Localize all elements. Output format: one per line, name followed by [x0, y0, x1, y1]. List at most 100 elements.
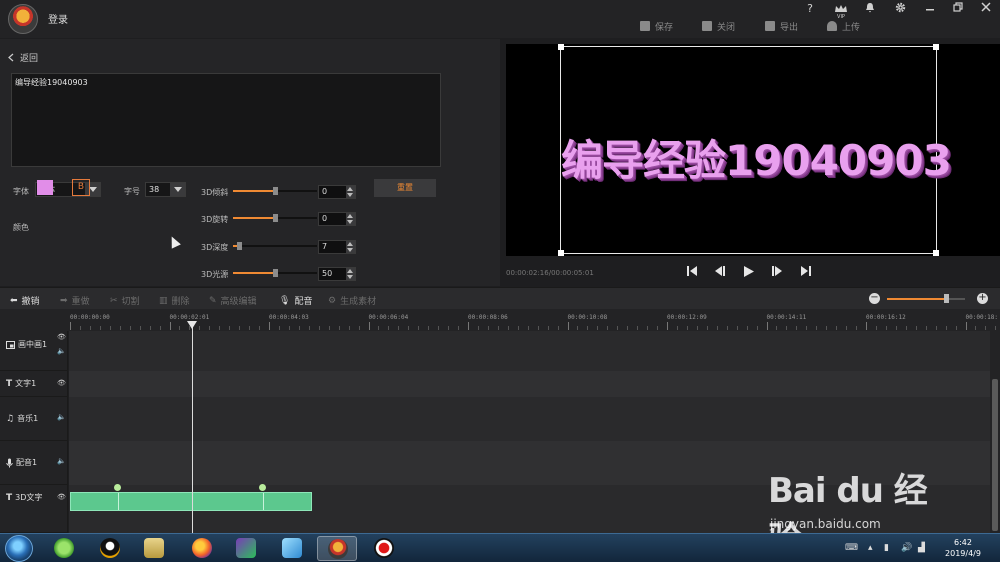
taskbar-app[interactable] [272, 536, 312, 561]
skip-to-start-button[interactable] [686, 265, 698, 280]
stepper-arrows-icon[interactable] [346, 268, 355, 280]
restore-icon[interactable] [950, 2, 966, 15]
slider-handle[interactable] [273, 214, 278, 222]
video-preview[interactable]: 编导经验19040903 [506, 44, 1000, 256]
resize-handle[interactable] [558, 250, 564, 256]
speaker-icon[interactable]: 🔈 [57, 413, 66, 421]
slider-track[interactable] [233, 245, 317, 247]
ruler-minor-tick [79, 326, 81, 330]
start-button[interactable] [5, 535, 33, 562]
stepper-arrows-icon[interactable] [346, 186, 355, 198]
eye-icon[interactable]: 👁 [57, 379, 66, 387]
size-select[interactable]: 38 [145, 182, 186, 197]
taskbar-app[interactable] [90, 536, 130, 561]
battery-icon[interactable]: ▮ [884, 543, 889, 553]
redo-button[interactable]: ➡ 重做 [60, 294, 90, 308]
network-icon[interactable]: ▟ [918, 543, 925, 553]
cut-button[interactable]: ✂ 切割 [110, 294, 140, 308]
text-bounding-frame[interactable]: 编导经验19040903 [558, 44, 952, 256]
taskbar-app[interactable] [134, 536, 174, 561]
slider-handle[interactable] [236, 242, 242, 250]
scrollbar-thumb[interactable] [992, 379, 998, 531]
taskbar-app[interactable] [182, 536, 222, 561]
stepper-arrows-icon[interactable] [346, 213, 355, 225]
slider-handle[interactable] [273, 187, 278, 195]
back-button[interactable]: 返回 [8, 51, 38, 64]
track-header[interactable]: 配音1 🔈 [0, 441, 68, 485]
generate-material-button[interactable]: ⚙ 生成素材 [328, 294, 376, 308]
zoom-in-icon[interactable]: + [977, 293, 988, 304]
speaker-icon[interactable]: 🔈 [57, 457, 66, 465]
upload-icon [827, 21, 837, 31]
taskbar-app[interactable] [364, 536, 404, 561]
playhead[interactable] [192, 322, 193, 533]
system-clock[interactable]: 6:42 2019/4/9 [940, 537, 986, 559]
keyboard-icon[interactable]: ⌨ [845, 543, 858, 553]
timeline-ruler[interactable]: 00:00:00:00 00:00:02:01 00:00:04:03 00:00:0… [0, 309, 1000, 331]
zoom-slider-handle[interactable] [943, 294, 949, 303]
slider-handle[interactable] [273, 269, 278, 277]
export-button[interactable]: 导出 [765, 18, 798, 34]
skip-to-end-button[interactable] [800, 265, 812, 280]
keyframe-handle[interactable] [259, 484, 266, 491]
resize-handle[interactable] [933, 250, 939, 256]
advanced-edit-button[interactable]: ✎ 高级编辑 [209, 294, 257, 308]
3d-text-clip[interactable] [70, 492, 312, 511]
track-body[interactable] [69, 371, 990, 397]
number-stepper[interactable]: 0 [318, 212, 356, 226]
chevron-up-icon[interactable]: ▴ [868, 543, 873, 553]
taskbar-app[interactable] [44, 536, 84, 561]
bold-button[interactable]: B [72, 179, 90, 196]
ruler-minor-tick [856, 326, 858, 330]
close-button[interactable]: 关闭 [702, 18, 735, 34]
track-body[interactable] [69, 397, 990, 441]
previous-frame-button[interactable] [714, 265, 726, 280]
close-window-icon[interactable] [978, 2, 994, 15]
number-stepper[interactable]: 50 [318, 267, 356, 281]
next-frame-button[interactable] [771, 265, 783, 280]
timeline-scrollbar[interactable] [990, 331, 1000, 533]
keyframe-handle[interactable] [114, 484, 121, 491]
scissors-icon: ✂ [110, 295, 118, 306]
save-button[interactable]: 保存 [640, 18, 673, 34]
track-body[interactable] [69, 331, 990, 371]
track-row: 画中画1 👁 🔈 [0, 331, 990, 371]
color-swatch[interactable] [37, 180, 53, 195]
zoom-out-icon[interactable]: − [869, 293, 880, 304]
reset-button[interactable]: 重置 [374, 179, 436, 197]
resize-handle[interactable] [558, 44, 564, 50]
slider[interactable] [233, 241, 317, 251]
login-link[interactable]: 登录 [48, 11, 68, 26]
upload-button[interactable]: 上传 [827, 18, 860, 34]
track-header[interactable]: T 3D文字 👁 [0, 485, 68, 533]
stepper-arrows-icon[interactable] [346, 241, 355, 253]
delete-button[interactable]: ▥ 删除 [159, 294, 190, 308]
taskbar-app[interactable] [226, 536, 266, 561]
slider[interactable] [233, 268, 317, 278]
dubbing-button[interactable]: 🎙 配音 [279, 294, 312, 308]
eye-icon[interactable]: 👁 [57, 333, 66, 341]
text-input[interactable]: 编导经验19040903 [11, 73, 441, 167]
ruler-label: 00:00:18: [965, 314, 999, 321]
playhead-handle[interactable] [187, 321, 197, 329]
number-stepper[interactable]: 0 [318, 185, 356, 199]
speaker-icon[interactable]: 🔈 [57, 347, 66, 355]
eye-icon[interactable]: 👁 [57, 493, 66, 501]
volume-icon[interactable]: 🔊 [901, 543, 912, 553]
slider[interactable] [233, 213, 317, 223]
step-back-icon [715, 266, 725, 276]
track-header[interactable]: ♫ 音乐1 🔈 [0, 397, 68, 441]
undo-button[interactable]: ⬅ 撤销 [10, 294, 40, 308]
resize-handle[interactable] [933, 44, 939, 50]
number-stepper[interactable]: 7 [318, 240, 356, 254]
notes-app-icon [282, 538, 302, 558]
gear-icon[interactable] [892, 2, 908, 16]
track-header[interactable]: T 文字1 👁 [0, 371, 68, 397]
taskbar-app-active[interactable] [317, 536, 357, 561]
help-button[interactable]: ? [802, 2, 818, 15]
minimize-icon[interactable] [922, 2, 938, 15]
slider[interactable] [233, 186, 317, 196]
track-header[interactable]: 画中画1 👁 🔈 [0, 331, 68, 371]
bell-icon[interactable] [862, 2, 878, 16]
play-button[interactable] [743, 265, 755, 281]
